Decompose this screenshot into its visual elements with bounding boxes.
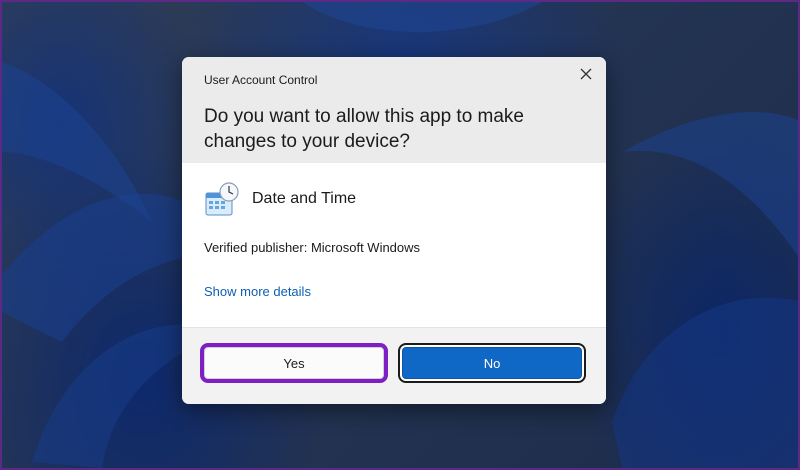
show-more-details-link[interactable]: Show more details: [204, 284, 311, 299]
app-name: Date and Time: [252, 190, 357, 207]
close-icon: [580, 68, 592, 80]
dialog-question: Do you want to allow this app to make ch…: [204, 106, 525, 152]
dialog-header: User Account Control Do you want to allo…: [182, 57, 606, 163]
date-time-clock-icon: [205, 182, 239, 216]
no-button[interactable]: No: [402, 347, 582, 379]
close-button[interactable]: [572, 62, 600, 86]
app-info-row: Date and Time: [204, 181, 356, 217]
yes-button[interactable]: Yes: [200, 343, 388, 383]
dialog-title: User Account Control: [204, 73, 318, 87]
verified-publisher: Verified publisher: Microsoft Windows: [204, 240, 421, 255]
dialog-footer: Yes No: [182, 327, 606, 404]
uac-dialog: User Account Control Do you want to allo…: [182, 57, 606, 404]
